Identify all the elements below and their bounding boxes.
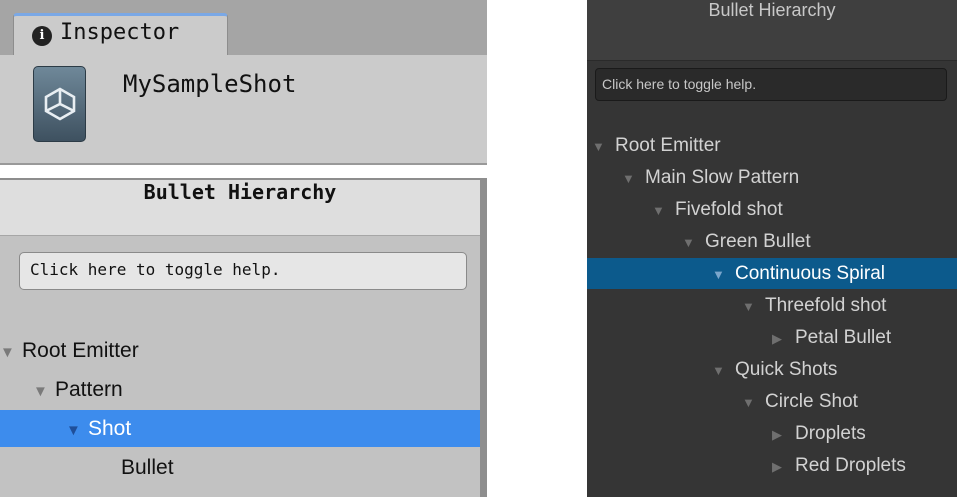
- tree-item[interactable]: ▼ Root Emitter: [0, 332, 480, 369]
- dark-hierarchy-panel: Bullet Hierarchy Click here to toggle he…: [587, 0, 957, 497]
- tree-item[interactable]: Bullet: [0, 449, 480, 486]
- tree-item-label: Pattern: [55, 378, 123, 401]
- collapse-arrow-icon[interactable]: ▼: [0, 334, 22, 371]
- tree-item-label: Circle Shot: [765, 391, 858, 412]
- expand-arrow-icon[interactable]: ▶: [772, 451, 795, 482]
- tree-item-label: Red Droplets: [795, 455, 906, 476]
- collapse-arrow-icon[interactable]: ▼: [682, 227, 705, 258]
- info-icon: i: [32, 26, 52, 46]
- tree-item[interactable]: ▼ Root Emitter: [587, 130, 957, 161]
- tree-item-label: Continuous Spiral: [735, 263, 885, 284]
- tree-item[interactable]: ▼ Main Slow Pattern: [587, 162, 957, 193]
- collapse-arrow-icon[interactable]: ▼: [712, 355, 735, 386]
- asset-name: MySampleShot: [123, 70, 297, 98]
- tree-item[interactable]: ▶ Red Droplets: [587, 450, 957, 481]
- tree-item-label: Fivefold shot: [675, 199, 783, 220]
- tree-item-label: Root Emitter: [22, 339, 139, 362]
- scrollbar[interactable]: [480, 178, 487, 497]
- tab-label: Inspector: [60, 20, 180, 45]
- panel-title: Bullet Hierarchy: [587, 0, 957, 61]
- tree-item-label: Droplets: [795, 423, 866, 444]
- unity-logo-icon: [33, 66, 86, 142]
- tree-item[interactable]: ▼ Circle Shot: [587, 386, 957, 417]
- tree-item[interactable]: ▼ Continuous Spiral: [587, 258, 957, 289]
- tree-item[interactable]: ▼ Fivefold shot: [587, 194, 957, 225]
- tree-item[interactable]: ▼ Green Bullet: [587, 226, 957, 257]
- help-toggle-button[interactable]: Click here to toggle help.: [19, 252, 467, 290]
- tree-item[interactable]: ▼ Threefold shot: [587, 290, 957, 321]
- tree-item-label: Petal Bullet: [795, 327, 892, 348]
- tree-item[interactable]: ▼ Pattern: [0, 371, 480, 408]
- tab-inspector[interactable]: i Inspector: [13, 13, 228, 56]
- panel-title: Bullet Hierarchy: [0, 180, 480, 236]
- collapse-arrow-icon[interactable]: ▼: [652, 195, 675, 226]
- collapse-arrow-icon[interactable]: ▼: [742, 387, 765, 418]
- tree-item-label: Quick Shots: [735, 359, 838, 380]
- bullet-hierarchy-panel: Bullet Hierarchy Click here to toggle he…: [0, 178, 480, 497]
- tree-item-label: Shot: [88, 417, 132, 440]
- collapse-arrow-icon[interactable]: ▼: [66, 412, 88, 449]
- tree-item[interactable]: ▶ Petal Bullet: [587, 322, 957, 353]
- tree-item-label: Root Emitter: [615, 135, 721, 156]
- tree-item[interactable]: ▼ Quick Shots: [587, 354, 957, 385]
- collapse-arrow-icon[interactable]: ▼: [742, 291, 765, 322]
- help-toggle-button[interactable]: Click here to toggle help.: [595, 68, 947, 101]
- collapse-arrow-icon[interactable]: ▼: [33, 373, 55, 410]
- tree-item[interactable]: ▼ Shot: [0, 410, 480, 447]
- collapse-arrow-icon[interactable]: ▼: [712, 259, 735, 290]
- light-inspector-window: i Inspector MySampleShot Bullet Hierarch…: [0, 0, 487, 497]
- collapse-arrow-icon[interactable]: ▼: [622, 163, 645, 194]
- tree-item[interactable]: ▶ Droplets: [587, 418, 957, 449]
- expand-arrow-icon[interactable]: ▶: [772, 419, 795, 450]
- tree-item-label: Main Slow Pattern: [645, 167, 800, 188]
- expand-arrow-icon[interactable]: ▶: [772, 323, 795, 354]
- tree-item-label: Bullet: [121, 456, 174, 479]
- tree-item-label: Threefold shot: [765, 295, 887, 316]
- tab-bar: i Inspector: [0, 0, 487, 56]
- tree-item-label: Green Bullet: [705, 231, 811, 252]
- collapse-arrow-icon[interactable]: ▼: [592, 131, 615, 162]
